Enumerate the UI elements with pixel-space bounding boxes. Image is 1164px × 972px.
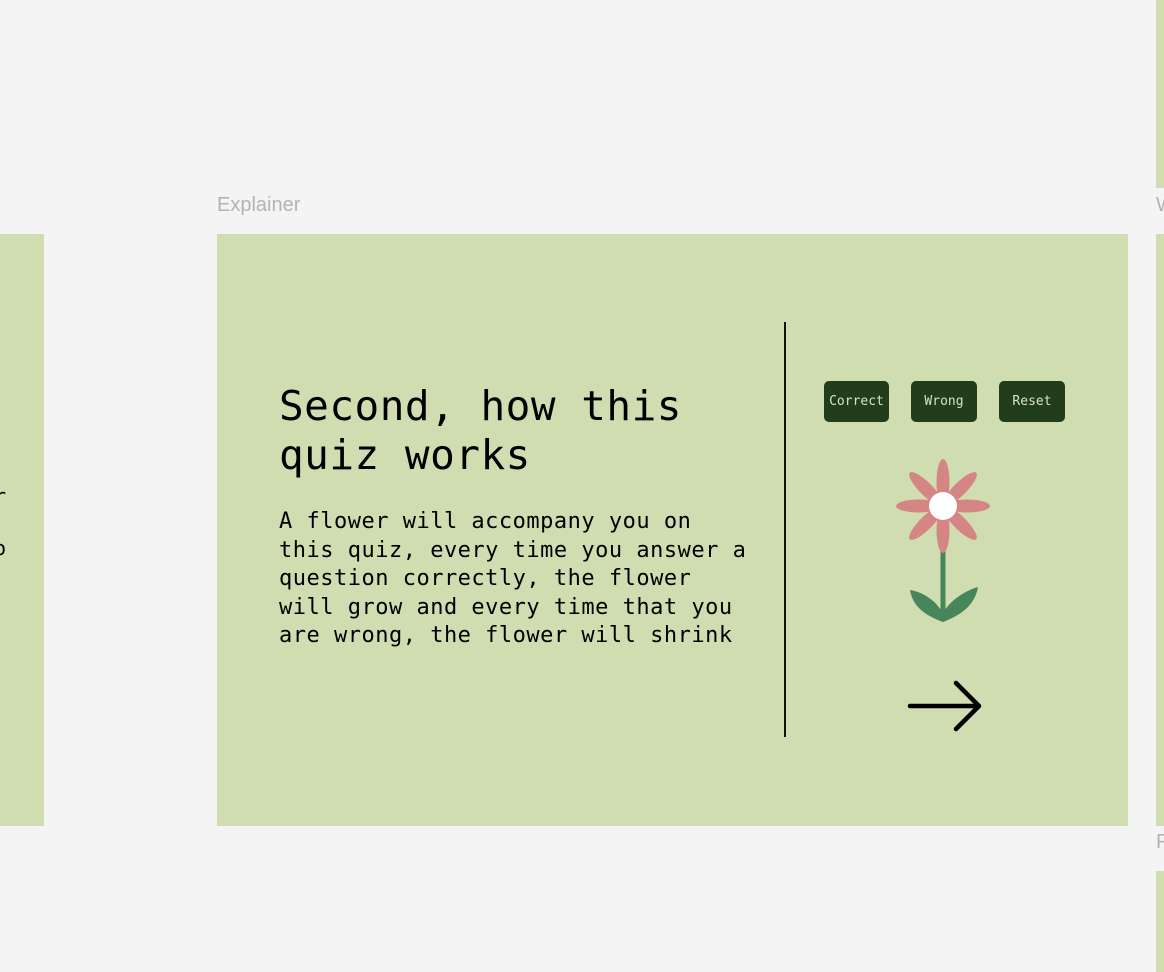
previous-frame-text-2: o <box>0 536 7 560</box>
previous-frame-text-1: r <box>0 484 7 508</box>
next-frame-label-2[interactable]: F <box>1156 831 1164 854</box>
next-frame-bottom <box>1156 871 1164 972</box>
wrong-button[interactable]: Wrong <box>911 381 977 422</box>
divider <box>784 322 786 737</box>
previous-frame: r o <box>0 234 44 826</box>
next-frame-label-1[interactable]: W <box>1156 194 1164 217</box>
arrow-right-icon[interactable] <box>907 679 983 735</box>
explainer-heading: Second, how this quiz works <box>279 382 682 479</box>
flower-center <box>929 492 957 520</box>
frame-label[interactable]: Explainer <box>217 194 300 217</box>
correct-button[interactable]: Correct <box>824 381 889 422</box>
reset-button[interactable]: Reset <box>999 381 1065 422</box>
next-frame-top <box>1156 0 1164 188</box>
explainer-body: A flower will accompany you on this quiz… <box>279 509 747 648</box>
next-frame <box>1156 234 1164 826</box>
explainer-frame: Second, how this quiz works A flower wil… <box>217 234 1128 826</box>
flower-icon <box>896 459 990 622</box>
